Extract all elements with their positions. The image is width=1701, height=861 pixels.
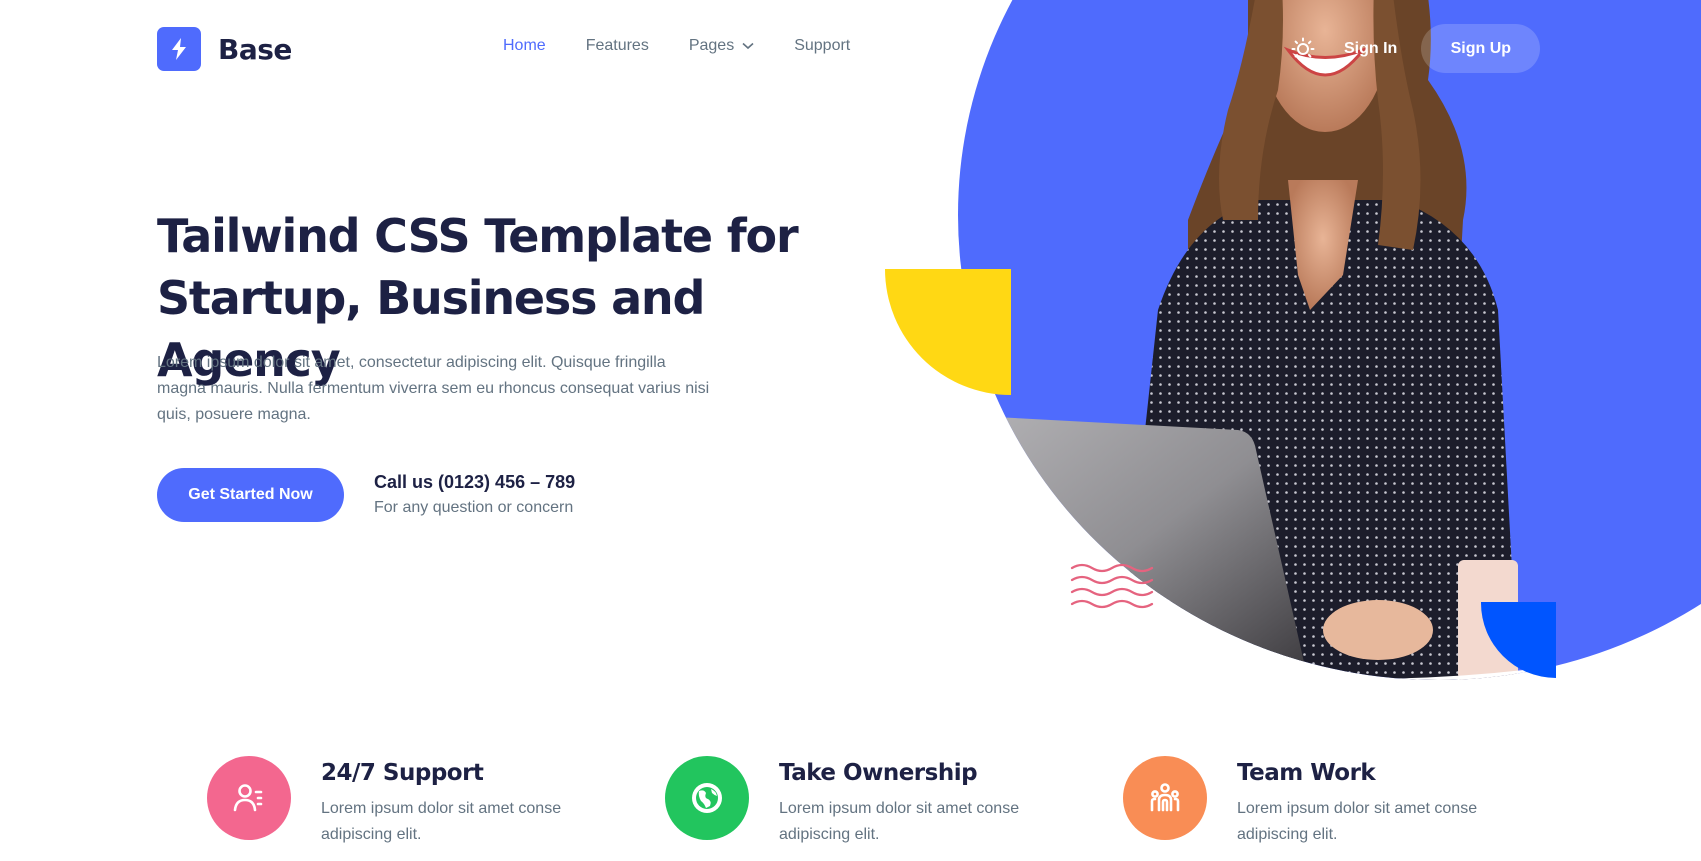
feature-title: 24/7 Support (321, 760, 484, 786)
feature-description: Lorem ipsum dolor sit amet conse adipisc… (321, 800, 562, 843)
sign-in-link[interactable]: Sign In (1344, 40, 1397, 58)
sun-icon[interactable] (1290, 36, 1316, 62)
nav-item-pages[interactable]: Pages (689, 37, 754, 55)
decorative-yellow-shape (885, 269, 1011, 395)
hero-description: Lorem ipsum dolor sit amet, consectetur … (157, 354, 710, 423)
brand-logo[interactable]: Base (157, 27, 292, 71)
brand-name: Base (218, 32, 292, 66)
nav-item-pages-label: Pages (688, 37, 735, 54)
globe-icon (665, 756, 749, 840)
call-us-subtitle: For any question or concern (374, 499, 574, 516)
team-icon (1123, 756, 1207, 840)
chevron-down-icon (742, 42, 754, 50)
feature-item: Team Work Lorem ipsum dolor sit amet con… (1123, 756, 1507, 848)
feature-description: Lorem ipsum dolor sit amet conse adipisc… (1237, 800, 1478, 843)
feature-description: Lorem ipsum dolor sit amet conse adipisc… (779, 800, 1020, 843)
call-us-block: Call us (0123) 456 – 789 For any questio… (374, 470, 575, 520)
feature-title: Take Ownership (779, 760, 978, 786)
nav-item-support[interactable]: Support (794, 37, 850, 55)
main-nav: Home Features Pages Support (503, 37, 850, 55)
user-support-icon (207, 756, 291, 840)
feature-item: 24/7 Support Lorem ipsum dolor sit amet … (207, 756, 591, 848)
nav-item-home[interactable]: Home (503, 37, 546, 55)
lightning-bolt-icon (157, 27, 201, 71)
get-started-button[interactable]: Get Started Now (157, 468, 344, 522)
feature-item: Take Ownership Lorem ipsum dolor sit ame… (665, 756, 1049, 848)
call-us-phone[interactable]: Call us (0123) 456 – 789 (374, 470, 575, 494)
decorative-waves-icon (1070, 563, 1154, 609)
nav-item-features[interactable]: Features (586, 37, 649, 55)
site-header: Base Home Features Pages Support Sign In… (0, 0, 1701, 97)
sign-up-button[interactable]: Sign Up (1421, 24, 1541, 73)
header-actions: Sign In Sign Up (1290, 24, 1541, 73)
feature-title: Team Work (1237, 760, 1376, 786)
